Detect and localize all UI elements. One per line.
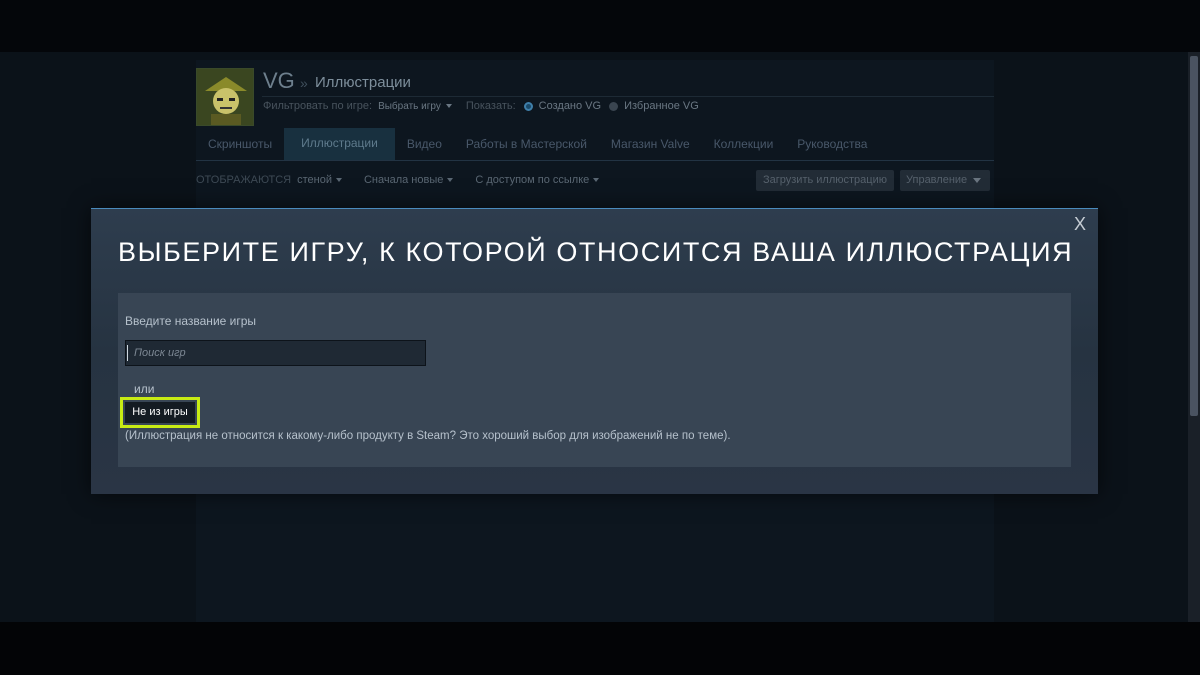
radio-favorites-label[interactable]: Избранное VG xyxy=(624,100,699,112)
chevron-down-icon xyxy=(973,177,982,183)
manage-label: Управление xyxy=(906,174,968,186)
tab-workshop[interactable]: Работы в Мастерской xyxy=(454,128,599,160)
access-value: С доступом по ссылке xyxy=(475,174,590,186)
bottom-band xyxy=(0,622,1200,675)
breadcrumb-separator: » xyxy=(300,75,308,91)
text-cursor xyxy=(127,345,128,361)
scrollbar-thumb[interactable] xyxy=(1190,56,1198,416)
chevron-down-icon xyxy=(593,178,600,183)
header-divider xyxy=(262,96,994,97)
access-dropdown[interactable]: С доступом по ссылке xyxy=(475,174,600,186)
tab-guides[interactable]: Руководства xyxy=(785,128,879,160)
profile-name[interactable]: VG xyxy=(263,68,295,94)
tab-videos[interactable]: Видео xyxy=(395,128,454,160)
tab-screenshots[interactable]: Скриншоты xyxy=(196,128,284,160)
select-game-dialog: X ВЫБЕРИТЕ ИГРУ, К КОТОРОЙ ОТНОСИТСЯ ВАШ… xyxy=(91,208,1098,494)
sort-dropdown[interactable]: Сначала новые xyxy=(363,174,454,186)
page-scrollbar[interactable] xyxy=(1188,52,1200,622)
view-options-row: ОТОБРАЖАЮТСЯ стеной Сначала новые С дост… xyxy=(196,174,600,186)
close-icon[interactable]: X xyxy=(1074,213,1086,235)
chevron-down-icon xyxy=(335,178,342,183)
tab-collections[interactable]: Коллекции xyxy=(702,128,786,160)
display-dropdown[interactable]: стеной xyxy=(297,174,342,186)
dialog-body: Введите название игры или Не из игры (Ил… xyxy=(118,293,1071,467)
top-band xyxy=(0,0,1200,52)
radio-created-label[interactable]: Создано VG xyxy=(539,100,601,112)
not-from-game-note: (Иллюстрация не относится к какому-либо … xyxy=(125,430,731,442)
radio-created[interactable] xyxy=(523,101,533,111)
filter-row: Фильтровать по игре: Выбрать игру Показа… xyxy=(263,100,699,112)
chevron-down-icon xyxy=(445,103,452,108)
filter-label: Фильтровать по игре: xyxy=(263,100,373,112)
enter-game-label: Введите название игры xyxy=(125,314,257,328)
section-tabs: Скриншоты Иллюстрации Видео Работы в Мас… xyxy=(196,128,994,161)
avatar[interactable] xyxy=(196,68,254,126)
show-label: Показать: xyxy=(465,100,516,112)
chevron-down-icon xyxy=(447,178,454,183)
game-filter-dropdown[interactable]: Выбрать игру xyxy=(378,101,452,112)
game-filter-value: Выбрать игру xyxy=(378,100,441,112)
tab-valve-store[interactable]: Магазин Valve xyxy=(599,128,702,160)
display-value: стеной xyxy=(297,174,332,186)
upload-artwork-button[interactable]: Загрузить иллюстрацию xyxy=(756,170,894,191)
not-from-game-button[interactable]: Не из игры xyxy=(125,402,195,423)
display-label: ОТОБРАЖАЮТСЯ xyxy=(196,174,292,186)
page-title: Иллюстрации xyxy=(315,74,411,91)
or-label: или xyxy=(134,382,155,396)
radio-favorites[interactable] xyxy=(609,101,619,111)
manage-dropdown[interactable]: Управление xyxy=(900,170,990,191)
game-search-input[interactable] xyxy=(125,340,426,366)
tab-artwork[interactable]: Иллюстрации xyxy=(284,128,395,160)
sort-value: Сначала новые xyxy=(363,174,444,186)
dialog-title: ВЫБЕРИТЕ ИГРУ, К КОТОРОЙ ОТНОСИТСЯ ВАША … xyxy=(118,237,1074,267)
avatar-image xyxy=(197,69,253,125)
